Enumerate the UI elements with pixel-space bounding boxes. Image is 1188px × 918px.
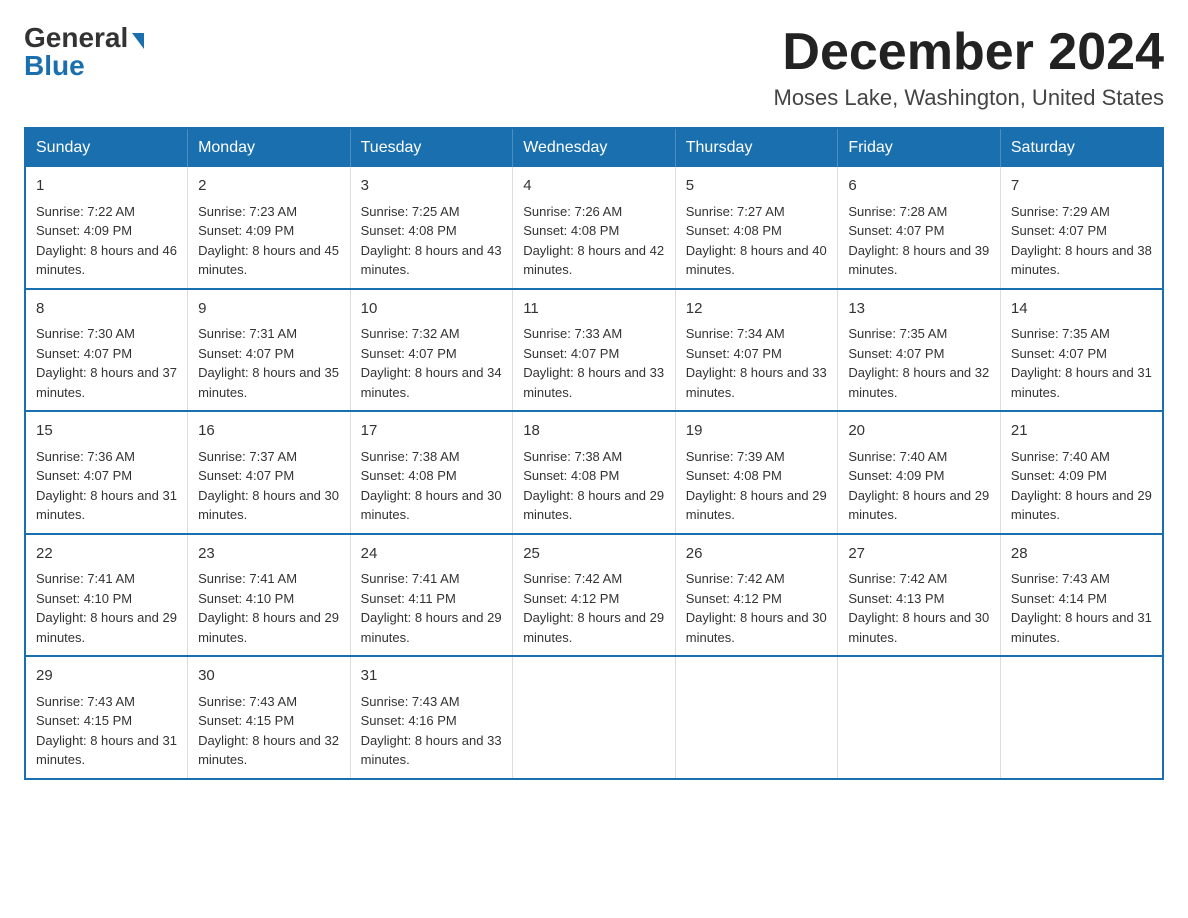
- day-number: 9: [198, 298, 340, 321]
- day-number: 23: [198, 543, 340, 566]
- location-text: Moses Lake, Washington, United States: [774, 85, 1165, 111]
- calendar-day-cell: 26Sunrise: 7:42 AMSunset: 4:12 PMDayligh…: [675, 534, 838, 657]
- day-number: 22: [36, 543, 177, 566]
- logo-general-text: General: [24, 24, 128, 52]
- day-number: 10: [361, 298, 503, 321]
- calendar-day-cell: 29Sunrise: 7:43 AMSunset: 4:15 PMDayligh…: [25, 656, 188, 779]
- weekday-header-tuesday: Tuesday: [350, 128, 513, 167]
- calendar-day-cell: 24Sunrise: 7:41 AMSunset: 4:11 PMDayligh…: [350, 534, 513, 657]
- calendar-header-row: SundayMondayTuesdayWednesdayThursdayFrid…: [25, 128, 1163, 167]
- calendar-day-cell: 31Sunrise: 7:43 AMSunset: 4:16 PMDayligh…: [350, 656, 513, 779]
- calendar-day-cell: 12Sunrise: 7:34 AMSunset: 4:07 PMDayligh…: [675, 289, 838, 412]
- weekday-header-wednesday: Wednesday: [513, 128, 676, 167]
- calendar-day-cell: 13Sunrise: 7:35 AMSunset: 4:07 PMDayligh…: [838, 289, 1001, 412]
- calendar-day-cell: 25Sunrise: 7:42 AMSunset: 4:12 PMDayligh…: [513, 534, 676, 657]
- day-number: 8: [36, 298, 177, 321]
- calendar-empty-cell: [838, 656, 1001, 779]
- day-number: 27: [848, 543, 990, 566]
- calendar-day-cell: 9Sunrise: 7:31 AMSunset: 4:07 PMDaylight…: [188, 289, 351, 412]
- calendar-week-row: 8Sunrise: 7:30 AMSunset: 4:07 PMDaylight…: [25, 289, 1163, 412]
- day-number: 17: [361, 420, 503, 443]
- calendar-day-cell: 6Sunrise: 7:28 AMSunset: 4:07 PMDaylight…: [838, 167, 1001, 289]
- day-number: 4: [523, 175, 665, 198]
- day-number: 30: [198, 665, 340, 688]
- calendar-day-cell: 4Sunrise: 7:26 AMSunset: 4:08 PMDaylight…: [513, 167, 676, 289]
- title-section: December 2024 Moses Lake, Washington, Un…: [774, 24, 1165, 111]
- day-number: 11: [523, 298, 665, 321]
- calendar-day-cell: 15Sunrise: 7:36 AMSunset: 4:07 PMDayligh…: [25, 411, 188, 534]
- calendar-day-cell: 7Sunrise: 7:29 AMSunset: 4:07 PMDaylight…: [1000, 167, 1163, 289]
- day-number: 15: [36, 420, 177, 443]
- day-number: 2: [198, 175, 340, 198]
- calendar-day-cell: 28Sunrise: 7:43 AMSunset: 4:14 PMDayligh…: [1000, 534, 1163, 657]
- calendar-day-cell: 5Sunrise: 7:27 AMSunset: 4:08 PMDaylight…: [675, 167, 838, 289]
- calendar-day-cell: 2Sunrise: 7:23 AMSunset: 4:09 PMDaylight…: [188, 167, 351, 289]
- logo-arrow-icon: [132, 33, 144, 49]
- page-header: General Blue December 2024 Moses Lake, W…: [24, 24, 1164, 111]
- calendar-day-cell: 22Sunrise: 7:41 AMSunset: 4:10 PMDayligh…: [25, 534, 188, 657]
- weekday-header-monday: Monday: [188, 128, 351, 167]
- calendar-week-row: 22Sunrise: 7:41 AMSunset: 4:10 PMDayligh…: [25, 534, 1163, 657]
- day-number: 3: [361, 175, 503, 198]
- calendar-day-cell: 18Sunrise: 7:38 AMSunset: 4:08 PMDayligh…: [513, 411, 676, 534]
- day-number: 28: [1011, 543, 1152, 566]
- day-number: 24: [361, 543, 503, 566]
- calendar-day-cell: 16Sunrise: 7:37 AMSunset: 4:07 PMDayligh…: [188, 411, 351, 534]
- day-number: 26: [686, 543, 828, 566]
- logo: General Blue: [24, 24, 144, 80]
- calendar-empty-cell: [1000, 656, 1163, 779]
- month-title: December 2024: [774, 24, 1165, 81]
- weekday-header-saturday: Saturday: [1000, 128, 1163, 167]
- calendar-day-cell: 10Sunrise: 7:32 AMSunset: 4:07 PMDayligh…: [350, 289, 513, 412]
- calendar-day-cell: 23Sunrise: 7:41 AMSunset: 4:10 PMDayligh…: [188, 534, 351, 657]
- calendar-week-row: 29Sunrise: 7:43 AMSunset: 4:15 PMDayligh…: [25, 656, 1163, 779]
- calendar-empty-cell: [513, 656, 676, 779]
- calendar-day-cell: 14Sunrise: 7:35 AMSunset: 4:07 PMDayligh…: [1000, 289, 1163, 412]
- day-number: 16: [198, 420, 340, 443]
- day-number: 21: [1011, 420, 1152, 443]
- day-number: 14: [1011, 298, 1152, 321]
- day-number: 31: [361, 665, 503, 688]
- day-number: 12: [686, 298, 828, 321]
- day-number: 20: [848, 420, 990, 443]
- weekday-header-sunday: Sunday: [25, 128, 188, 167]
- calendar-day-cell: 27Sunrise: 7:42 AMSunset: 4:13 PMDayligh…: [838, 534, 1001, 657]
- calendar-day-cell: 17Sunrise: 7:38 AMSunset: 4:08 PMDayligh…: [350, 411, 513, 534]
- day-number: 18: [523, 420, 665, 443]
- day-number: 19: [686, 420, 828, 443]
- day-number: 5: [686, 175, 828, 198]
- calendar-table: SundayMondayTuesdayWednesdayThursdayFrid…: [24, 127, 1164, 780]
- calendar-day-cell: 3Sunrise: 7:25 AMSunset: 4:08 PMDaylight…: [350, 167, 513, 289]
- calendar-day-cell: 20Sunrise: 7:40 AMSunset: 4:09 PMDayligh…: [838, 411, 1001, 534]
- calendar-day-cell: 11Sunrise: 7:33 AMSunset: 4:07 PMDayligh…: [513, 289, 676, 412]
- calendar-empty-cell: [675, 656, 838, 779]
- logo-blue-text: Blue: [24, 52, 85, 80]
- calendar-day-cell: 1Sunrise: 7:22 AMSunset: 4:09 PMDaylight…: [25, 167, 188, 289]
- calendar-day-cell: 8Sunrise: 7:30 AMSunset: 4:07 PMDaylight…: [25, 289, 188, 412]
- calendar-day-cell: 19Sunrise: 7:39 AMSunset: 4:08 PMDayligh…: [675, 411, 838, 534]
- day-number: 1: [36, 175, 177, 198]
- weekday-header-thursday: Thursday: [675, 128, 838, 167]
- day-number: 7: [1011, 175, 1152, 198]
- day-number: 25: [523, 543, 665, 566]
- calendar-week-row: 15Sunrise: 7:36 AMSunset: 4:07 PMDayligh…: [25, 411, 1163, 534]
- day-number: 6: [848, 175, 990, 198]
- calendar-week-row: 1Sunrise: 7:22 AMSunset: 4:09 PMDaylight…: [25, 167, 1163, 289]
- calendar-day-cell: 21Sunrise: 7:40 AMSunset: 4:09 PMDayligh…: [1000, 411, 1163, 534]
- weekday-header-friday: Friday: [838, 128, 1001, 167]
- calendar-day-cell: 30Sunrise: 7:43 AMSunset: 4:15 PMDayligh…: [188, 656, 351, 779]
- day-number: 29: [36, 665, 177, 688]
- day-number: 13: [848, 298, 990, 321]
